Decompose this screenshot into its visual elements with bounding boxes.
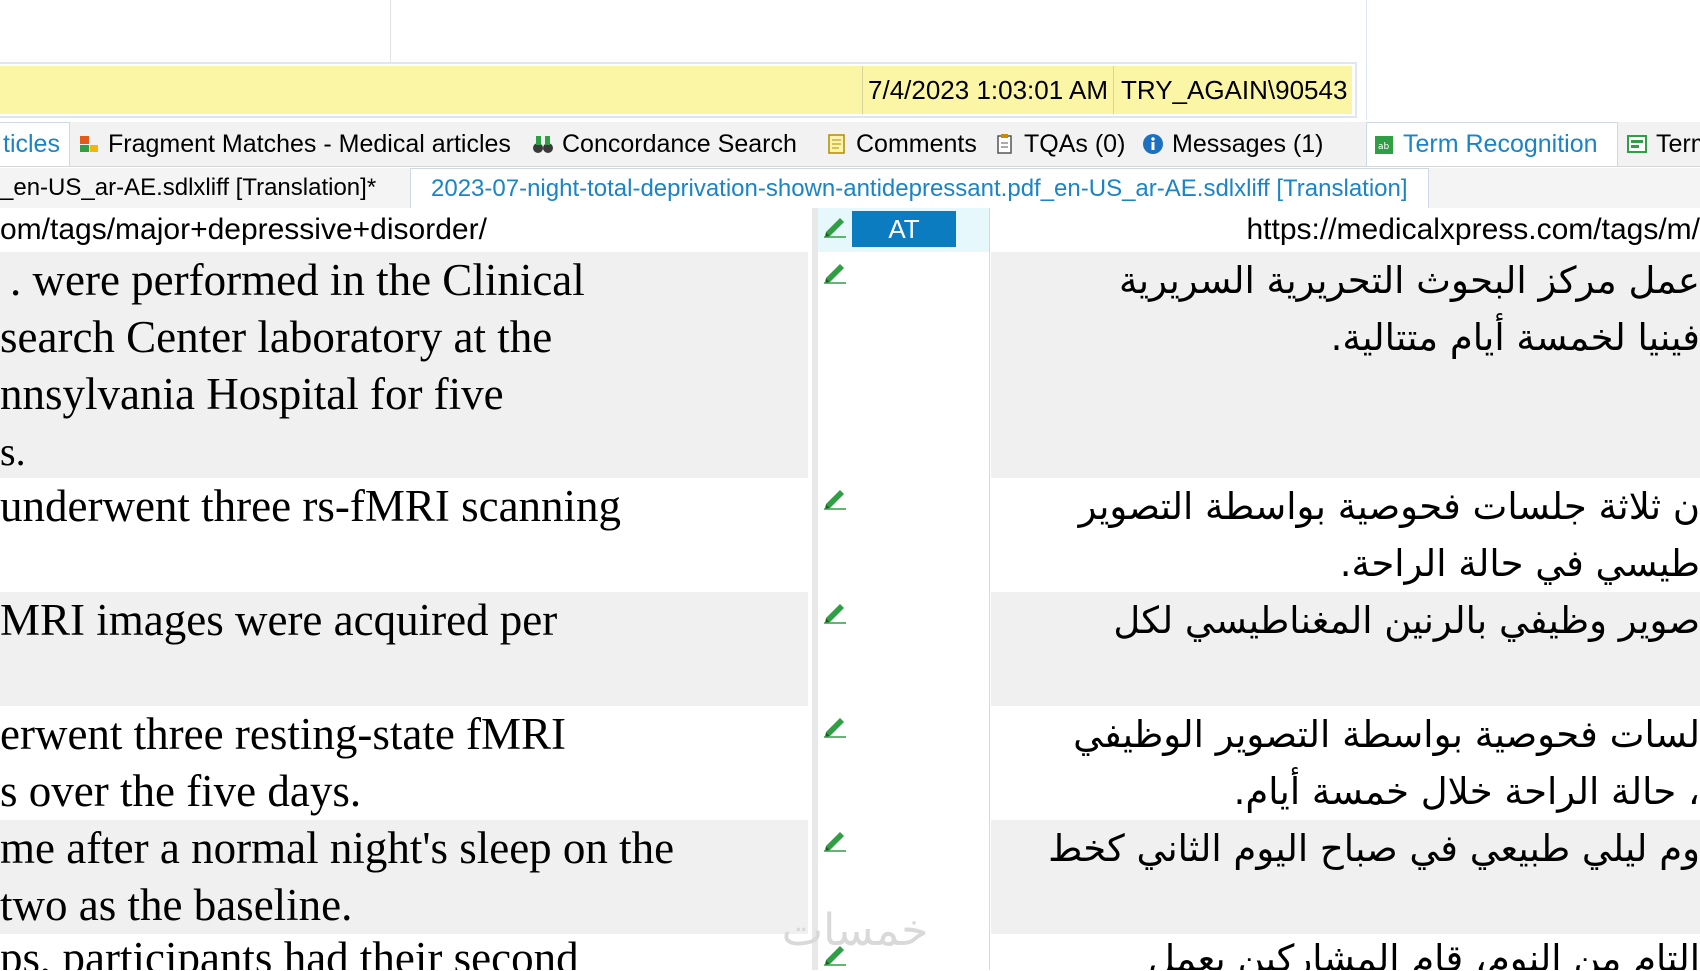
edit-pen-icon bbox=[822, 484, 848, 510]
tab-concordance-search[interactable]: Concordance Search bbox=[532, 122, 797, 166]
source-cell[interactable]: ps, participants had their second bbox=[0, 934, 808, 970]
segment-date: 7/4/2023 1:03:01 AM bbox=[862, 66, 1114, 114]
tab-termbase[interactable]: Term bbox=[1626, 122, 1700, 166]
source-cell[interactable]: . were performed in the Clinical search … bbox=[0, 252, 808, 478]
fragment-icon bbox=[78, 133, 100, 155]
tab-label: ticles bbox=[3, 130, 60, 158]
edit-pen-icon bbox=[822, 258, 848, 284]
source-text: om/tags/major+depressive+disorder/ bbox=[0, 213, 487, 246]
tab-label: Term bbox=[1656, 129, 1700, 158]
source-line: ps, participants had their second bbox=[0, 934, 579, 970]
edit-pen-icon bbox=[822, 212, 848, 238]
grid-column-divider bbox=[812, 208, 818, 970]
doc-tab-previous[interactable]: _en-US_ar-AE.sdlxliff [Translation]* bbox=[0, 168, 376, 208]
target-line: ن ثلاثة جلسات فحوصية بواسطة التصوير bbox=[1078, 485, 1700, 528]
grid-column-divider bbox=[989, 208, 990, 970]
target-cell[interactable]: عمل مركز البحوث التحريرية السريرية فينيا… bbox=[991, 252, 1700, 478]
segment-user: TRY_AGAIN\90543 bbox=[1121, 75, 1348, 105]
target-cell[interactable]: /https://medicalxpress.com/tags/m bbox=[991, 208, 1700, 252]
target-text: /https://medicalxpress.com/tags/m bbox=[1246, 213, 1700, 246]
source-cell[interactable]: om/tags/major+depressive+disorder/ bbox=[0, 208, 808, 252]
tab-messages[interactable]: Messages (1) bbox=[1142, 122, 1323, 166]
status-cell[interactable] bbox=[812, 706, 990, 820]
status-badge: AT bbox=[852, 211, 956, 247]
tab-comments[interactable]: Comments bbox=[826, 122, 977, 166]
target-cell[interactable]: لسات فحوصية بواسطة التصوير الوظيفي ، حال… bbox=[991, 706, 1700, 820]
source-line: nnsylvania Hospital for five bbox=[0, 369, 504, 419]
tab-translation-results[interactable]: ticles bbox=[0, 122, 70, 166]
target-line: فينيا لخمسة أيام متتالية. bbox=[1330, 316, 1700, 359]
source-cell[interactable]: underwent three rs-fMRI scanning bbox=[0, 478, 808, 592]
source-line: s. bbox=[0, 429, 26, 474]
term-recognition-icon: ab bbox=[1373, 134, 1395, 156]
target-cell[interactable]: وم ليلي طبيعي في صباح اليوم الثاني كخط bbox=[991, 820, 1700, 934]
source-line: s over the five days. bbox=[0, 766, 362, 816]
tab-label: TQAs (0) bbox=[1024, 129, 1126, 158]
svg-text:ab: ab bbox=[1378, 142, 1390, 152]
target-line: وم ليلي طبيعي في صباح اليوم الثاني كخط bbox=[1048, 827, 1700, 870]
clipboard-icon bbox=[994, 133, 1016, 155]
segment-row[interactable]: . were performed in the Clinical search … bbox=[0, 252, 1700, 478]
tab-label: Comments bbox=[856, 129, 977, 158]
source-line: underwent three rs-fMRI scanning bbox=[0, 481, 622, 531]
target-cell[interactable]: صوير وظيفي بالرنين المغناطيسي لكل bbox=[991, 592, 1700, 706]
target-line: صوير وظيفي بالرنين المغناطيسي لكل bbox=[1113, 599, 1700, 642]
edit-pen-icon bbox=[822, 712, 848, 738]
target-line: لسات فحوصية بواسطة التصوير الوظيفي bbox=[1073, 713, 1700, 756]
target-line: عمل مركز البحوث التحريرية السريرية bbox=[1118, 259, 1700, 302]
source-cell[interactable]: MRI images were acquired per bbox=[0, 592, 808, 706]
tab-label: Term Recognition bbox=[1403, 130, 1598, 158]
doc-tab-active[interactable]: 2023-07-night-total-deprivation-shown-an… bbox=[410, 168, 1429, 208]
source-line: erwent three resting-state fMRI bbox=[0, 709, 567, 759]
tab-fragment-matches[interactable]: Fragment Matches - Medical articles bbox=[78, 122, 511, 166]
target-line: طيسي في حالة الراحة. bbox=[1339, 542, 1700, 585]
segment-row[interactable]: MRI images were acquired per صوير وظيفي … bbox=[0, 592, 1700, 706]
status-cell[interactable] bbox=[812, 252, 990, 478]
edit-pen-icon bbox=[822, 826, 848, 852]
target-line: التام من النوم، قام المشاركين بعمل bbox=[1148, 937, 1700, 970]
source-line: search Center laboratory at the bbox=[0, 312, 553, 362]
segment-row[interactable]: underwent three rs-fMRI scanning ن ثلاثة… bbox=[0, 478, 1700, 592]
segment-row[interactable]: erwent three resting-state fMRI s over t… bbox=[0, 706, 1700, 820]
target-cell[interactable]: التام من النوم، قام المشاركين بعمل bbox=[991, 934, 1700, 970]
watermark: خمسات bbox=[781, 905, 929, 956]
source-line: two as the baseline. bbox=[0, 880, 353, 930]
top-middle-pane bbox=[398, 0, 1354, 64]
source-cell[interactable]: me after a normal night's sleep on the t… bbox=[0, 820, 808, 934]
binoculars-icon bbox=[532, 133, 554, 155]
tab-tqas[interactable]: TQAs (0) bbox=[994, 122, 1125, 166]
tab-label: Fragment Matches - Medical articles bbox=[108, 129, 511, 158]
pane-divider bbox=[1366, 0, 1367, 120]
edit-pen-icon bbox=[822, 598, 848, 624]
tool-tabs-bar: ticles Fragment Matches - Medical articl… bbox=[0, 122, 1700, 167]
tab-label: Messages (1) bbox=[1172, 129, 1324, 158]
info-icon bbox=[1142, 133, 1164, 155]
termbase-icon bbox=[1626, 133, 1648, 155]
source-line: . were performed in the Clinical bbox=[10, 255, 585, 305]
comment-icon bbox=[826, 133, 848, 155]
top-left-pane bbox=[0, 0, 391, 64]
source-line: me after a normal night's sleep on the bbox=[0, 823, 675, 873]
tab-term-recognition[interactable]: ab Term Recognition bbox=[1366, 122, 1618, 166]
status-cell[interactable] bbox=[812, 478, 990, 592]
status-cell[interactable] bbox=[812, 592, 990, 706]
source-line: MRI images were acquired per bbox=[0, 595, 558, 645]
tab-label: Concordance Search bbox=[562, 129, 797, 158]
target-cell[interactable]: ن ثلاثة جلسات فحوصية بواسطة التصوير طيسي… bbox=[991, 478, 1700, 592]
source-cell[interactable]: erwent three resting-state fMRI s over t… bbox=[0, 706, 808, 820]
document-tabs-bar: _en-US_ar-AE.sdlxliff [Translation]* 202… bbox=[0, 168, 1700, 209]
target-line: ، حالة الراحة خلال خمسة أيام. bbox=[1233, 770, 1700, 813]
editor-grid: om/tags/major+depressive+disorder/ /http… bbox=[0, 208, 1700, 970]
